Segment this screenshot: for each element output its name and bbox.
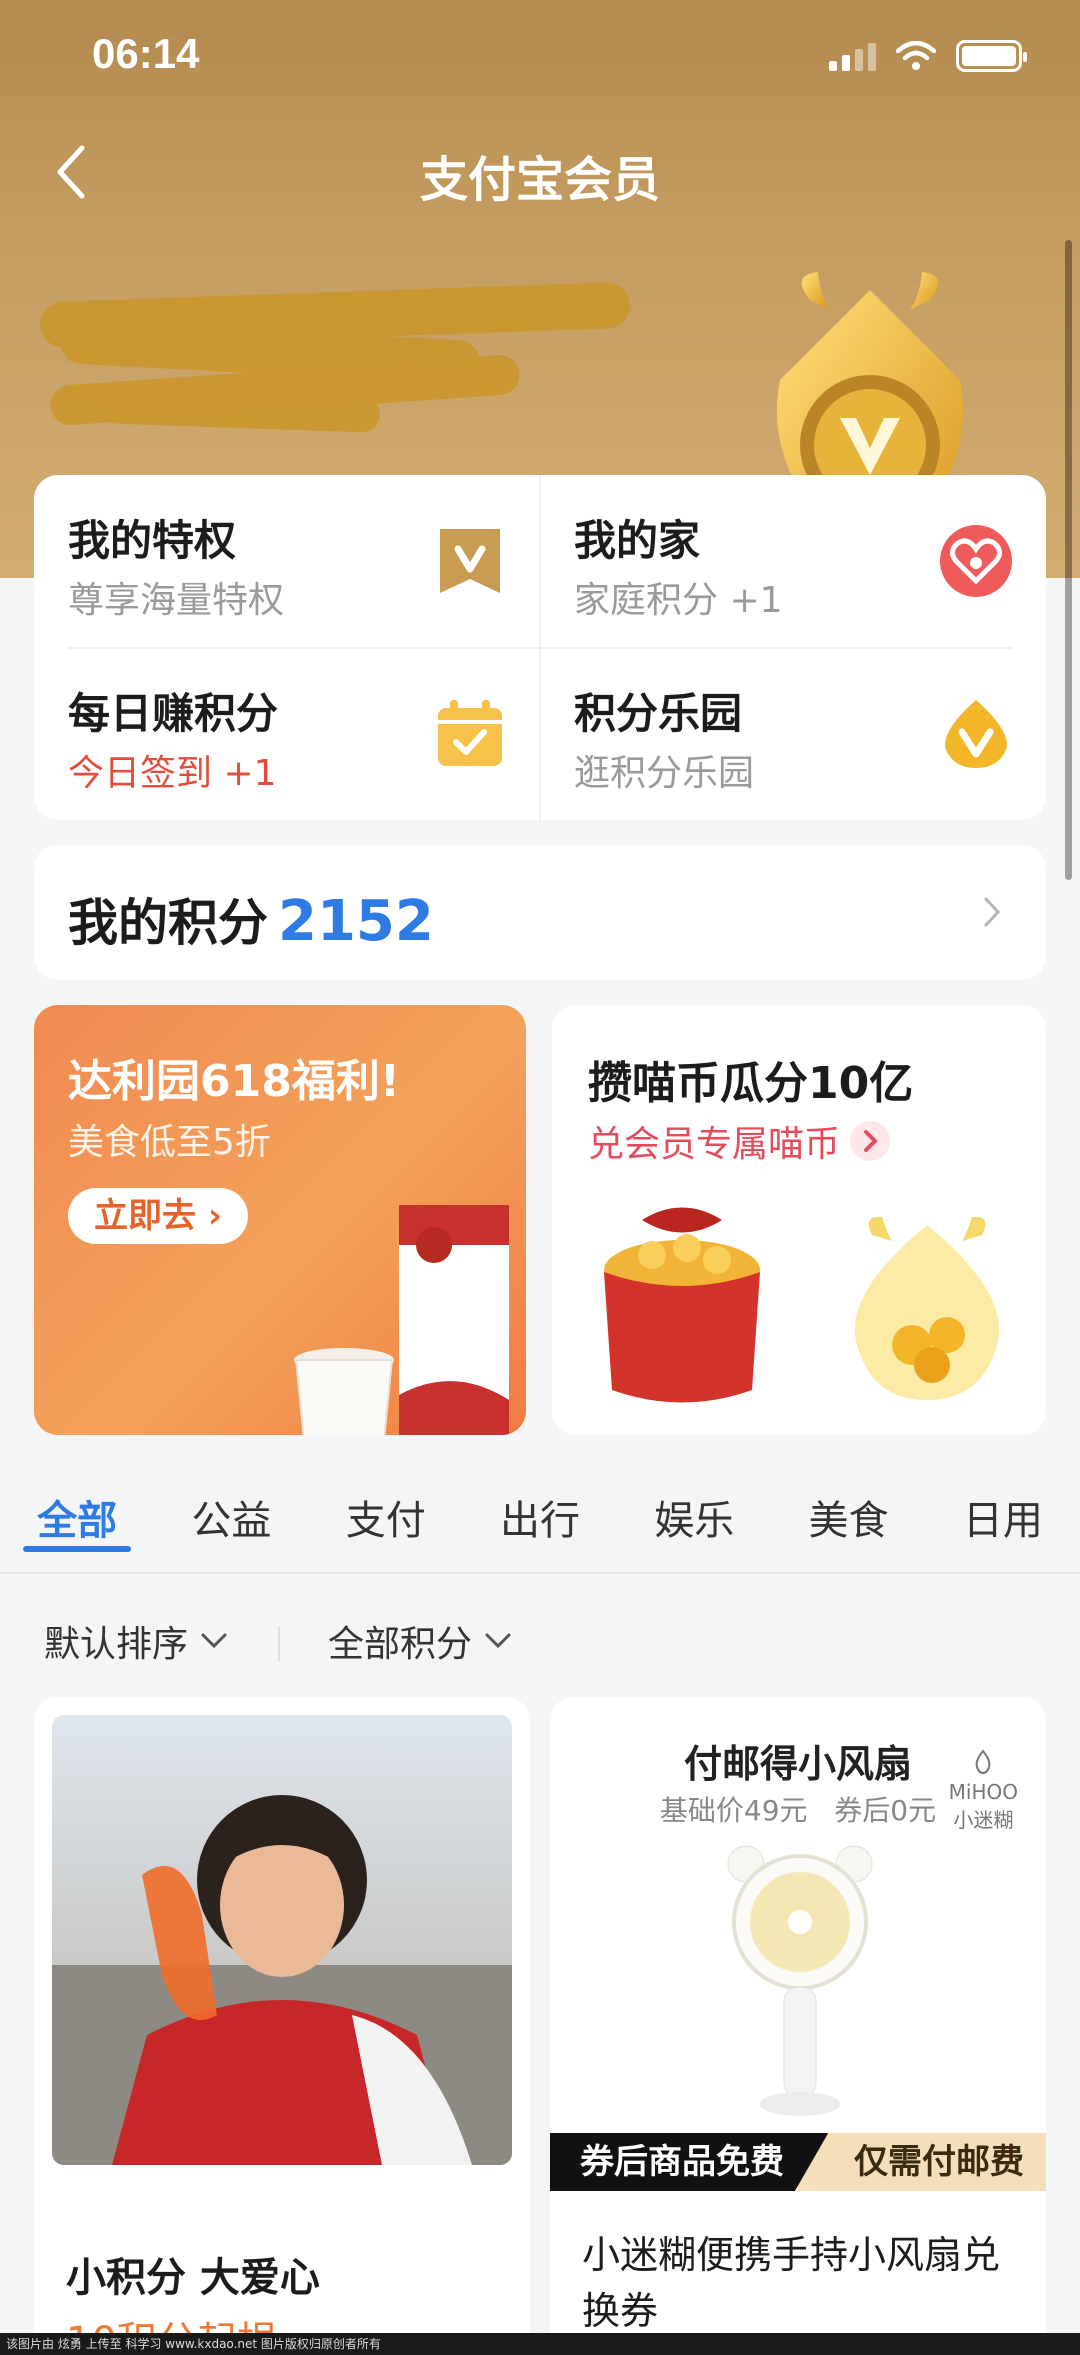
- mihoo-logo: MiHOO 小迷糊: [949, 1747, 1018, 1833]
- promo-subtitle: 美食低至5折: [68, 1122, 271, 1163]
- promo-dali-618[interactable]: 达利园618福利! 美食低至5折 立即去 ›: [34, 1005, 526, 1435]
- gift-box-coins-image: [604, 1207, 760, 1403]
- after-coupon-price: 券后0元: [834, 1794, 937, 1827]
- product-name: 小迷糊便携手持小风扇兑换券: [582, 2233, 1001, 2333]
- points-value: 2152: [278, 889, 434, 954]
- chevron-down-icon: [201, 1633, 227, 1649]
- sort-filter[interactable]: 默认排序: [44, 1615, 228, 1667]
- promo-subtitle: 兑会员专属喵币: [588, 1124, 841, 1165]
- pear-icon: [975, 1749, 991, 1775]
- heart-home-icon: [940, 525, 1012, 597]
- product-card-charity[interactable]: 小积分 大爱心 10积分起捐: [34, 1697, 530, 2355]
- privilege-my-rights[interactable]: 我的特权 尊享海量特权: [34, 475, 540, 647]
- points-filter[interactable]: 全部积分: [328, 1615, 512, 1667]
- ribbon-v-icon: [440, 529, 500, 593]
- tab-daily[interactable]: 日用: [926, 1450, 1080, 1574]
- user-info-redacted: [39, 281, 640, 433]
- go-now-button[interactable]: 立即去 ›: [68, 1188, 248, 1244]
- wifi-icon: [896, 41, 936, 70]
- free-shipping-ribbon: 券后商品免费 仅需付邮费: [550, 2133, 1046, 2191]
- tab-payment[interactable]: 支付: [309, 1450, 463, 1574]
- tabs-divider: [0, 1572, 1080, 1574]
- promo-title: 攒喵币瓜分10亿: [588, 1058, 914, 1109]
- privileges-card: 我的特权 尊享海量特权 我的家 家庭积分 +1 每日赚积分 今日签到 +1 积分…: [34, 475, 1046, 820]
- chevron-right-icon: [850, 1121, 891, 1161]
- product-card-fan[interactable]: 付邮得小风扇 基础价49元 券后0元 MiHOO 小迷糊 券后商品免费 仅需付邮…: [550, 1697, 1046, 2355]
- chevron-down-icon: [485, 1633, 511, 1649]
- scrollbar[interactable]: [1065, 240, 1072, 880]
- signal-icon: [829, 41, 876, 71]
- tab-travel[interactable]: 出行: [463, 1450, 617, 1574]
- drop-v-icon: [945, 700, 1007, 768]
- privilege-daily-points[interactable]: 每日赚积分 今日签到 +1: [34, 648, 540, 820]
- privilege-my-home[interactable]: 我的家 家庭积分 +1: [540, 475, 1046, 647]
- promo-meow-coins[interactable]: 攒喵币瓜分10亿 兑会员专属喵币: [552, 1005, 1046, 1435]
- category-tabs: 全部 公益 支付 出行 娱乐 美食 日用: [0, 1450, 1080, 1574]
- privilege-points-park[interactable]: 积分乐园 逛积分乐园: [540, 648, 1046, 820]
- footer-watermark: 该图片由 炫勇 上传至 科学习 www.kxdao.net 图片版权归原创者所有: [0, 2333, 1080, 2355]
- fan-image: [727, 1845, 873, 2116]
- tab-entertainment[interactable]: 娱乐: [617, 1450, 771, 1574]
- status-time: 06:14: [92, 30, 200, 77]
- calendar-check-icon: [438, 700, 502, 766]
- milk-product-image: [294, 1205, 509, 1435]
- base-price: 基础价49元: [659, 1794, 808, 1827]
- tab-all[interactable]: 全部: [0, 1450, 154, 1574]
- tab-charity[interactable]: 公益: [154, 1450, 308, 1574]
- coin-drop-image: [854, 1216, 1000, 1400]
- promo-title: 达利园618福利!: [68, 1056, 400, 1107]
- filter-bar: 默认排序 全部积分: [0, 1605, 1080, 1685]
- points-label: 我的积分: [68, 894, 268, 952]
- chevron-right-icon: [984, 897, 1001, 927]
- charity-photo: [52, 1715, 512, 2165]
- product-name: 小积分 大爱心: [66, 2255, 320, 2301]
- status-icons: [829, 40, 1027, 72]
- page-title: 支付宝会员: [419, 152, 660, 208]
- tab-food[interactable]: 美食: [771, 1450, 925, 1574]
- battery-icon: [956, 40, 1027, 72]
- my-points-card[interactable]: 我的积分 2152: [34, 845, 1046, 980]
